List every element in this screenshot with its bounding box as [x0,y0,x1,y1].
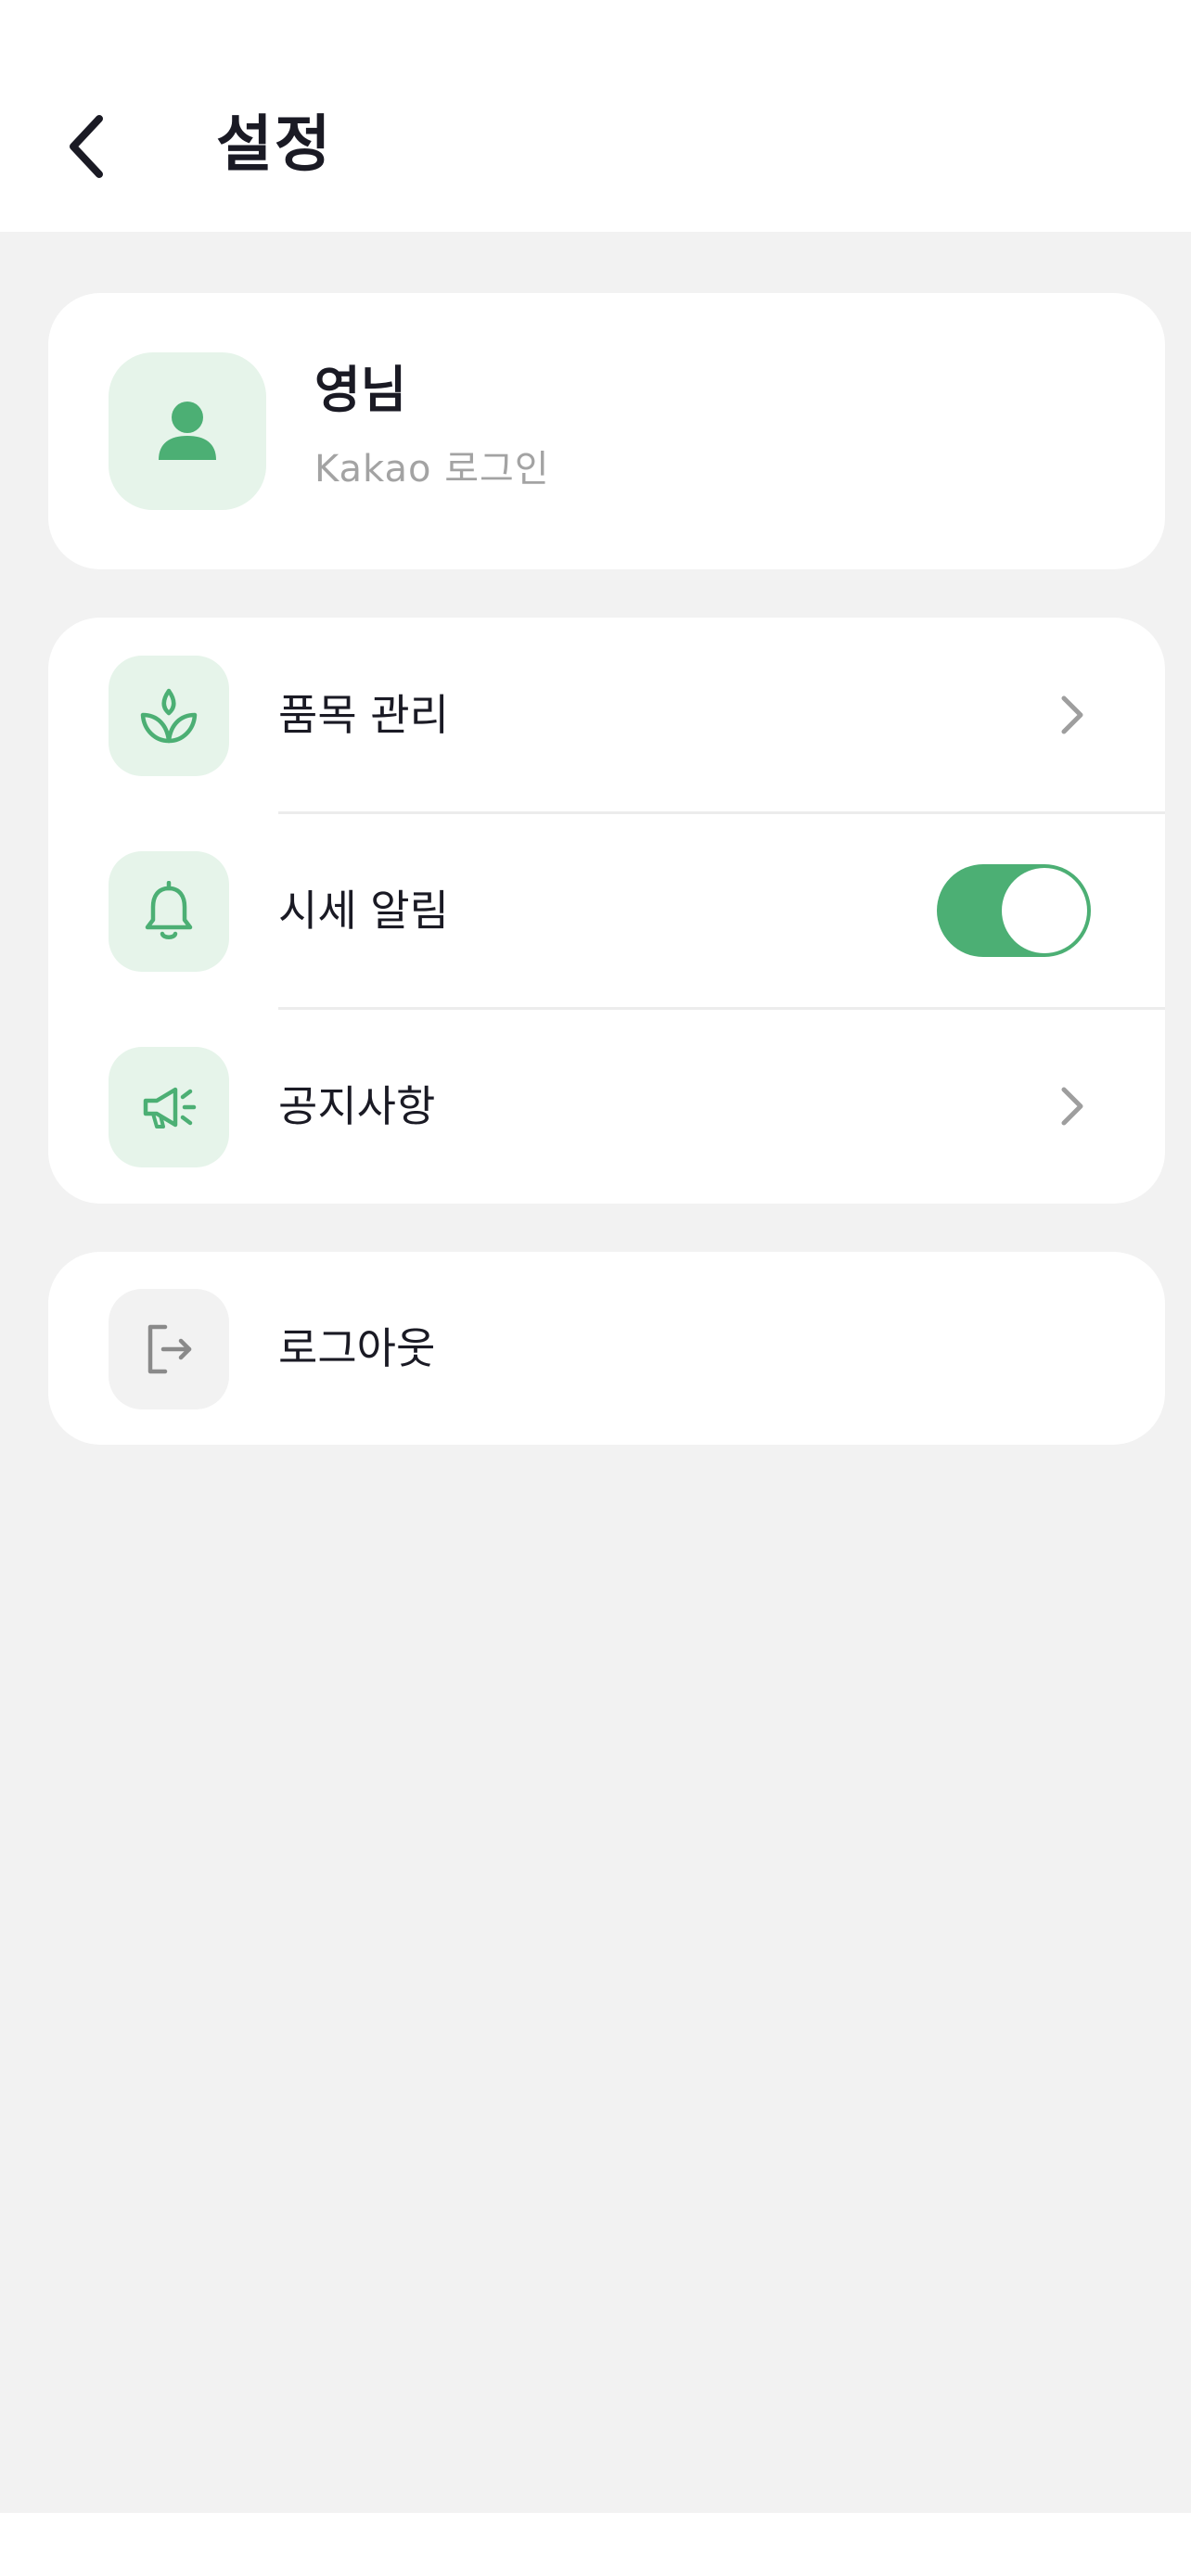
person-icon [159,402,216,460]
chevron-right-icon [1054,1080,1091,1132]
bottom-safe-area [0,2513,1191,2576]
icon-box [109,656,229,776]
logout-button[interactable]: 로그아웃 [48,1256,1165,1441]
logout-card: 로그아웃 [48,1252,1165,1445]
chevron-left-icon [70,115,103,178]
toggle-knob [1002,868,1087,953]
icon-box [109,1289,229,1409]
menu-item-price-alert: 시세 알림 [48,818,1165,1003]
icon-box [109,851,229,972]
menu-item-notices[interactable]: 공지사항 [48,1014,1165,1199]
logout-label: 로그아웃 [278,1323,436,1373]
login-method-label: Kakao 로그인 [314,448,550,491]
menu-item-product-management[interactable]: 품목 관리 [48,622,1165,808]
app-header: 설정 [0,0,1191,232]
megaphone-icon [143,1087,197,1129]
divider [278,811,1165,814]
menu-item-label: 공지사항 [278,1081,436,1131]
menu-item-label: 시세 알림 [278,886,449,936]
icon-box [109,1047,229,1167]
bell-icon [145,881,193,939]
menu-item-label: 품목 관리 [278,690,449,740]
back-button[interactable] [54,109,119,184]
price-alert-toggle[interactable] [937,864,1091,957]
profile-name: 영님 [314,361,407,419]
chevron-right-icon [1054,689,1091,741]
avatar [109,352,266,510]
divider [278,1007,1165,1010]
settings-menu-card: 품목 관리 시세 알림 공지사항 [48,618,1165,1204]
sprout-icon [140,688,198,744]
profile-card: 영님 Kakao 로그인 [48,293,1165,569]
page-title: 설정 [216,108,333,180]
logout-icon [147,1324,192,1374]
